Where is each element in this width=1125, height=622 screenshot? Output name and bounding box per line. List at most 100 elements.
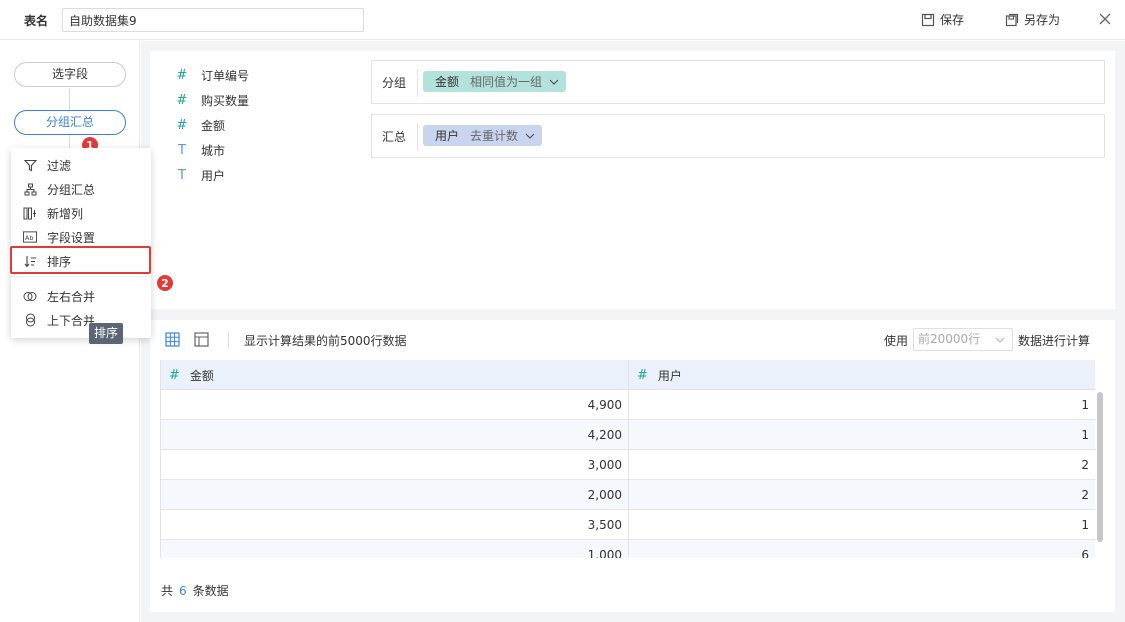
menu-item-label: 过滤	[47, 158, 72, 173]
menu-item-label: 分组汇总	[47, 182, 96, 197]
menu-item-group[interactable]: 分组汇总	[11, 177, 151, 201]
menu-item-filter[interactable]: 过滤	[11, 153, 151, 177]
table-name-label: 表名	[24, 14, 49, 28]
field-item[interactable]: # 购买数量	[175, 91, 249, 109]
menu-item-vertical-merge[interactable]: 上下合并	[11, 308, 151, 332]
zone-divider	[417, 123, 418, 151]
field-name: 城市	[201, 143, 226, 158]
menu-item-horizontal-merge[interactable]: 左右合并	[11, 284, 151, 308]
total-prefix: 共	[161, 584, 174, 598]
field-name: 用户	[201, 168, 226, 183]
menu-item-field-settings[interactable]: Ab 字段设置	[11, 225, 151, 249]
chip-mode: 去重计数	[470, 129, 519, 143]
use-label: 使用	[884, 334, 909, 348]
summary-zone-label: 汇总	[382, 130, 407, 144]
column-header-label: 用户	[657, 368, 682, 383]
menu-item-label: 字段设置	[47, 230, 96, 245]
table-cell: 4,900	[587, 398, 622, 412]
field-name: 金额	[201, 118, 226, 133]
table-name-input[interactable]	[62, 8, 364, 32]
menu-item-label: 上下合并	[47, 313, 96, 328]
row-limit-value: 前20000行	[918, 332, 981, 346]
group-zone-label: 分组	[382, 76, 407, 90]
preview-info-text: 显示计算结果的前5000行数据	[244, 334, 407, 348]
number-type-icon: #	[176, 92, 188, 108]
toolbar-divider	[228, 332, 229, 348]
column-divider	[628, 360, 629, 558]
svg-text:Ab: Ab	[25, 234, 34, 242]
total-suffix: 条数据	[192, 584, 229, 598]
chip-mode: 相同值为一组	[470, 75, 543, 89]
save-as-icon	[1005, 13, 1019, 26]
save-as-button[interactable]: 另存为	[1005, 11, 1060, 28]
field-name: 购买数量	[201, 93, 250, 108]
filter-icon	[23, 158, 37, 172]
menu-item-label: 左右合并	[47, 289, 96, 304]
field-item[interactable]: # 订单编号	[175, 66, 249, 84]
step-select-fields[interactable]: 选字段	[14, 62, 126, 87]
table-cell: 4,200	[587, 428, 622, 442]
add-column-icon	[23, 206, 37, 220]
vertical-merge-icon	[23, 313, 37, 327]
number-type-icon: #	[176, 67, 188, 83]
table-cell: 3,500	[587, 518, 622, 532]
add-step-menu: 过滤 分组汇总 新增列 Ab 字段设置 排序 左右合并 上下合并	[10, 148, 151, 338]
group-field-chip[interactable]: 金额 相同值为一组	[423, 71, 567, 92]
save-as-label: 另存为	[1024, 13, 1061, 27]
annotation-badge-2: 2	[156, 274, 174, 292]
table-cell: 3,000	[587, 458, 622, 472]
save-icon	[921, 13, 935, 26]
chevron-down-icon	[549, 79, 559, 85]
menu-item-label: 排序	[47, 254, 72, 269]
menu-item-label: 新增列	[47, 206, 84, 221]
group-icon	[23, 182, 37, 196]
table-scrollbar[interactable]	[1097, 392, 1103, 542]
menu-item-add-column[interactable]: 新增列	[11, 201, 151, 225]
text-type-icon: T	[178, 142, 186, 158]
chip-field-name: 金额	[435, 75, 460, 89]
row-limit-select[interactable]: 前20000行	[913, 328, 1013, 351]
close-icon[interactable]	[1098, 12, 1112, 26]
sort-icon	[23, 254, 37, 268]
field-settings-icon: Ab	[23, 230, 37, 244]
zone-divider	[417, 69, 418, 97]
save-label: 保存	[940, 13, 965, 27]
menu-divider	[11, 276, 151, 277]
table-cell: 1,000	[587, 548, 622, 558]
top-bar: 表名 保存 另存为	[0, 0, 1125, 40]
layout-view-icon[interactable]	[194, 332, 209, 347]
text-type-icon: T	[178, 167, 186, 183]
column-header[interactable]: # 金额	[169, 360, 214, 390]
step-group-summary[interactable]: 分组汇总	[14, 110, 126, 135]
summary-field-chip[interactable]: 用户 去重计数	[423, 125, 543, 146]
horizontal-merge-icon	[23, 289, 37, 303]
number-type-icon: #	[169, 367, 180, 383]
chevron-down-icon	[995, 337, 1005, 343]
field-item[interactable]: T 城市	[175, 141, 225, 159]
table-cell: 2	[1081, 458, 1089, 472]
total-count: 6	[179, 584, 187, 598]
calc-label: 数据进行计算	[1018, 334, 1091, 348]
group-zone: 分组 金额 相同值为一组	[371, 60, 1105, 104]
column-header-label: 金额	[189, 368, 214, 383]
table-cell: 2,000	[587, 488, 622, 502]
preview-table: # 金额 # 用户 4,900 1 4,200 1 3,000 2 2,000 …	[160, 360, 1095, 558]
table-cell: 6	[1081, 548, 1089, 558]
column-header[interactable]: # 用户	[637, 360, 682, 390]
table-cell: 1	[1081, 398, 1089, 412]
summary-zone: 汇总 用户 去重计数	[371, 114, 1105, 158]
sort-tooltip: 排序	[89, 323, 124, 344]
table-cell: 2	[1081, 488, 1089, 502]
menu-item-sort[interactable]: 排序	[11, 249, 151, 273]
table-cell: 1	[1081, 518, 1089, 532]
table-cell: 1	[1081, 428, 1089, 442]
save-button[interactable]: 保存	[921, 11, 964, 28]
field-name: 订单编号	[201, 68, 250, 83]
table-view-icon[interactable]	[165, 332, 180, 347]
chip-field-name: 用户	[435, 129, 460, 143]
row-count: 共 6 条数据	[161, 582, 229, 599]
field-item[interactable]: # 金额	[175, 116, 225, 134]
number-type-icon: #	[637, 367, 648, 383]
chevron-down-icon	[525, 133, 535, 139]
field-item[interactable]: T 用户	[175, 166, 225, 184]
